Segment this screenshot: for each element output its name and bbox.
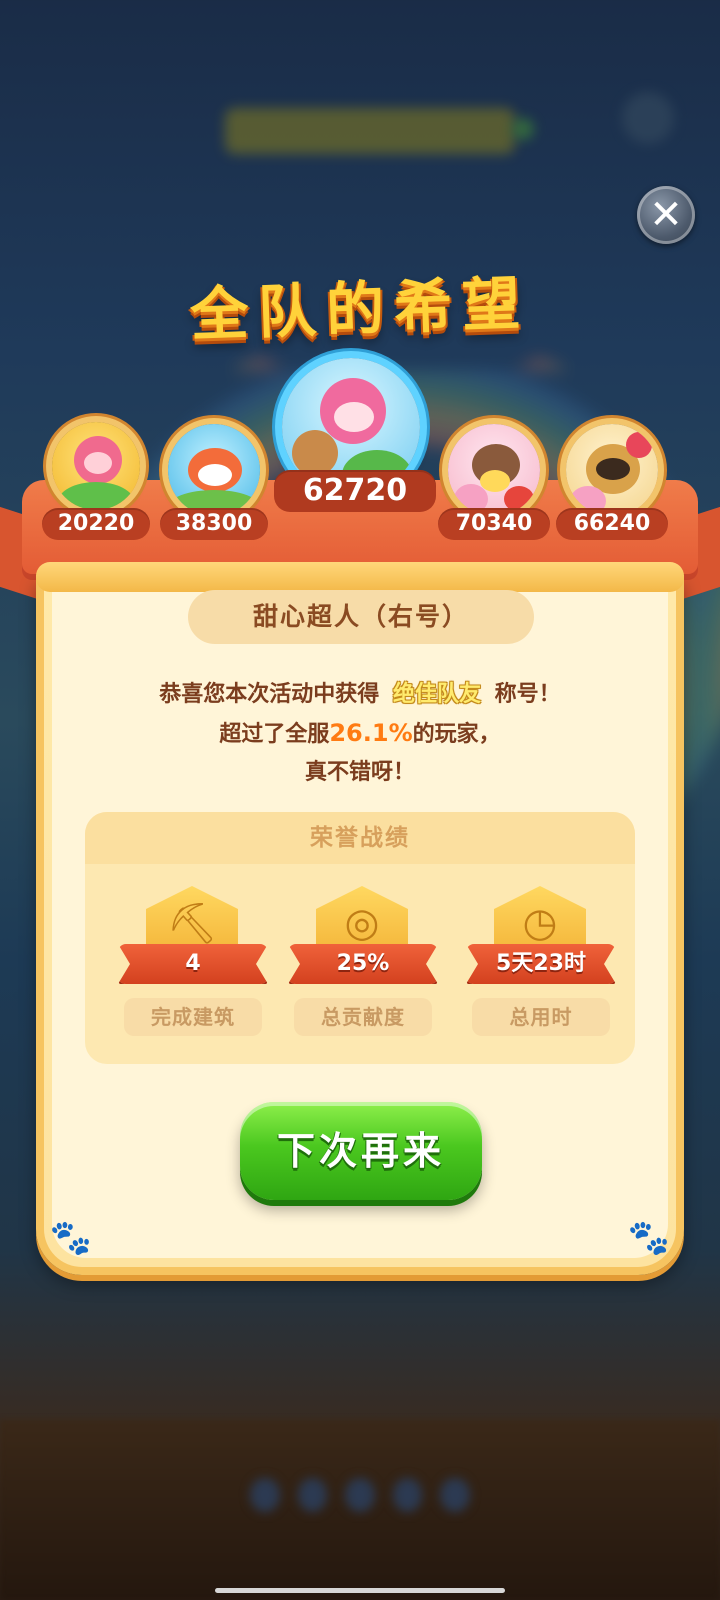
team-member-1[interactable] xyxy=(52,422,140,510)
play-again-button[interactable]: 下次再来 xyxy=(240,1102,482,1200)
congrats-line-3: 真不错呀！ xyxy=(304,760,415,785)
honor-title: 荣誉战绩 xyxy=(85,812,635,864)
banner-bottom-edge xyxy=(36,562,684,592)
team-member-2[interactable] xyxy=(168,424,260,516)
member-1-score: 20220 xyxy=(42,508,150,540)
exceed-percent: 26.1% xyxy=(329,719,413,747)
background-button-blur xyxy=(622,92,674,144)
paw-icon: 🐾 xyxy=(627,1218,671,1258)
congrats-suffix: 称号！ xyxy=(494,682,561,707)
stat-value: 4 xyxy=(118,944,268,984)
player-name: 甜心超人（右号） xyxy=(188,590,534,644)
avatar-pink-lion-icon xyxy=(52,422,140,510)
stat-label: 总贡献度 xyxy=(294,998,432,1036)
member-5-score: 66240 xyxy=(556,508,668,540)
member-4-score: 70340 xyxy=(438,508,550,540)
congrats-line-1: 恭喜您本次活动中获得 绝佳队友 称号！ xyxy=(60,676,660,708)
close-icon: ✕ xyxy=(649,192,683,238)
congrats-line-2: 超过了全服26.1%的玩家， xyxy=(60,716,660,748)
stat-buildings: ⛏ 4 完成建筑 xyxy=(118,886,268,1036)
background-title-blur xyxy=(225,108,515,154)
earned-title: 绝佳队友 xyxy=(392,682,481,707)
home-indicator[interactable] xyxy=(215,1588,505,1593)
stat-label: 完成建筑 xyxy=(124,998,262,1036)
member-3-score: 62720 xyxy=(274,470,436,512)
team-member-4[interactable] xyxy=(448,424,540,516)
paw-icon: 🐾 xyxy=(49,1218,93,1258)
stat-label: 总用时 xyxy=(472,998,610,1036)
team-member-5[interactable] xyxy=(566,424,658,516)
stat-contribution: ◎ 25% 总贡献度 xyxy=(288,886,438,1036)
stat-time: ◷ 5天23时 总用时 xyxy=(466,886,616,1036)
avatar-cupcake-chick-icon xyxy=(448,424,540,516)
close-button[interactable]: ✕ xyxy=(637,186,695,244)
member-2-score: 38300 xyxy=(160,508,268,540)
congrats-prefix: 恭喜您本次活动中获得 xyxy=(159,682,380,707)
avatar-orange-bird-icon xyxy=(168,424,260,516)
exceed-suffix: 的玩家， xyxy=(412,722,501,747)
stat-value: 25% xyxy=(288,944,438,984)
exceed-prefix: 超过了全服 xyxy=(219,722,330,747)
page-title: 全队的希望 xyxy=(189,269,532,349)
stat-value: 5天23时 xyxy=(466,944,616,984)
background-dock-blur xyxy=(250,1478,470,1528)
avatar-raccoon-icon xyxy=(566,424,658,516)
background-dot-blur xyxy=(512,118,534,140)
